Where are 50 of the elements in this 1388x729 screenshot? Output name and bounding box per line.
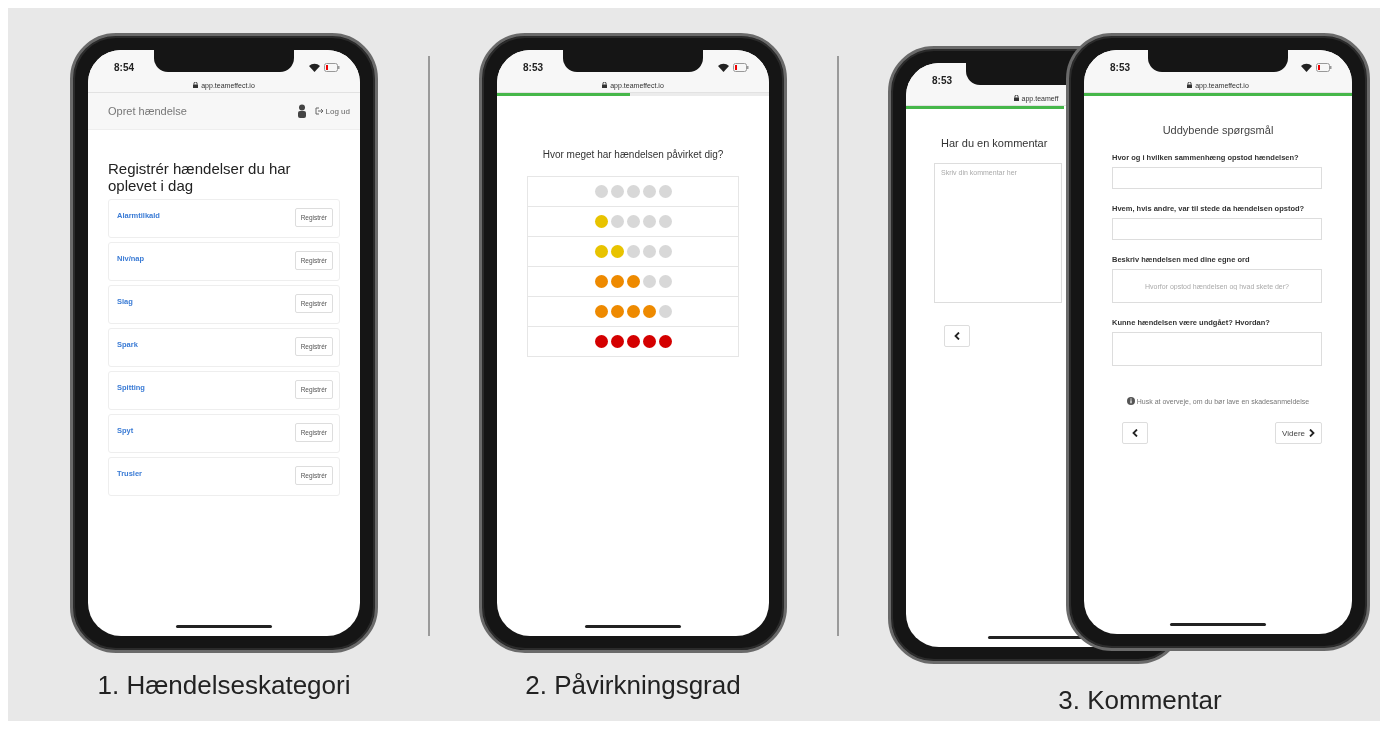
step-caption: 3. Kommentar — [1058, 685, 1222, 716]
step-caption: 1. Hændelseskategori — [97, 670, 351, 701]
rating-dot — [642, 275, 656, 288]
rating-dot — [658, 275, 672, 288]
wifi-icon — [718, 62, 729, 72]
question-text: Hvor meget har hændelsen påvirket dig? — [541, 148, 725, 161]
rating-dot — [658, 245, 672, 258]
rating-dot — [658, 185, 672, 198]
rating-dot — [642, 245, 656, 258]
rating-dot — [642, 215, 656, 228]
status-time: 8:54 — [114, 61, 134, 73]
text-field[interactable] — [1112, 218, 1322, 240]
wifi-icon — [309, 62, 320, 72]
rating-dot — [626, 245, 640, 258]
rating-dot — [594, 185, 608, 198]
logout-icon — [314, 107, 324, 115]
rating-dot — [626, 185, 640, 198]
text-field[interactable] — [1112, 332, 1322, 366]
chevron-left-icon — [1132, 429, 1138, 437]
battery-icon — [324, 62, 340, 72]
text-field[interactable] — [1112, 167, 1322, 189]
rating-dot — [642, 185, 656, 198]
lock-icon — [602, 82, 608, 88]
logout-link[interactable]: Log ud — [314, 106, 350, 116]
lock-icon — [193, 82, 199, 88]
rating-dot — [626, 215, 640, 228]
status-time: 8:53 — [1110, 61, 1130, 73]
status-time: 8:53 — [932, 74, 952, 86]
lock-icon — [1187, 82, 1193, 88]
back-button[interactable] — [1122, 422, 1148, 444]
page-title: Opret hændelse — [108, 105, 188, 117]
rating-dot — [610, 215, 624, 228]
screen-heading: Registrér hændelser du har oplevet i dag — [108, 160, 292, 194]
back-button[interactable] — [944, 325, 970, 347]
chevron-left-icon — [954, 332, 960, 340]
chevron-right-icon — [1309, 429, 1315, 437]
lock-icon — [1013, 95, 1019, 101]
status-time: 8:53 — [523, 61, 543, 73]
info-icon — [1126, 397, 1135, 405]
rating-dot — [658, 215, 672, 228]
battery-icon — [733, 62, 749, 72]
battery-icon — [1316, 62, 1332, 72]
form-title: Uddybende spørgsmål — [1161, 124, 1275, 136]
rating-dot — [658, 305, 672, 318]
next-button[interactable]: Videre — [1275, 422, 1322, 444]
question-text: Har du en kommentar — [941, 137, 1049, 149]
step-caption: 2. Påvirkningsgrad — [525, 670, 741, 701]
wifi-icon — [1301, 62, 1312, 72]
rating-dot — [610, 185, 624, 198]
user-icon[interactable] — [296, 104, 307, 118]
